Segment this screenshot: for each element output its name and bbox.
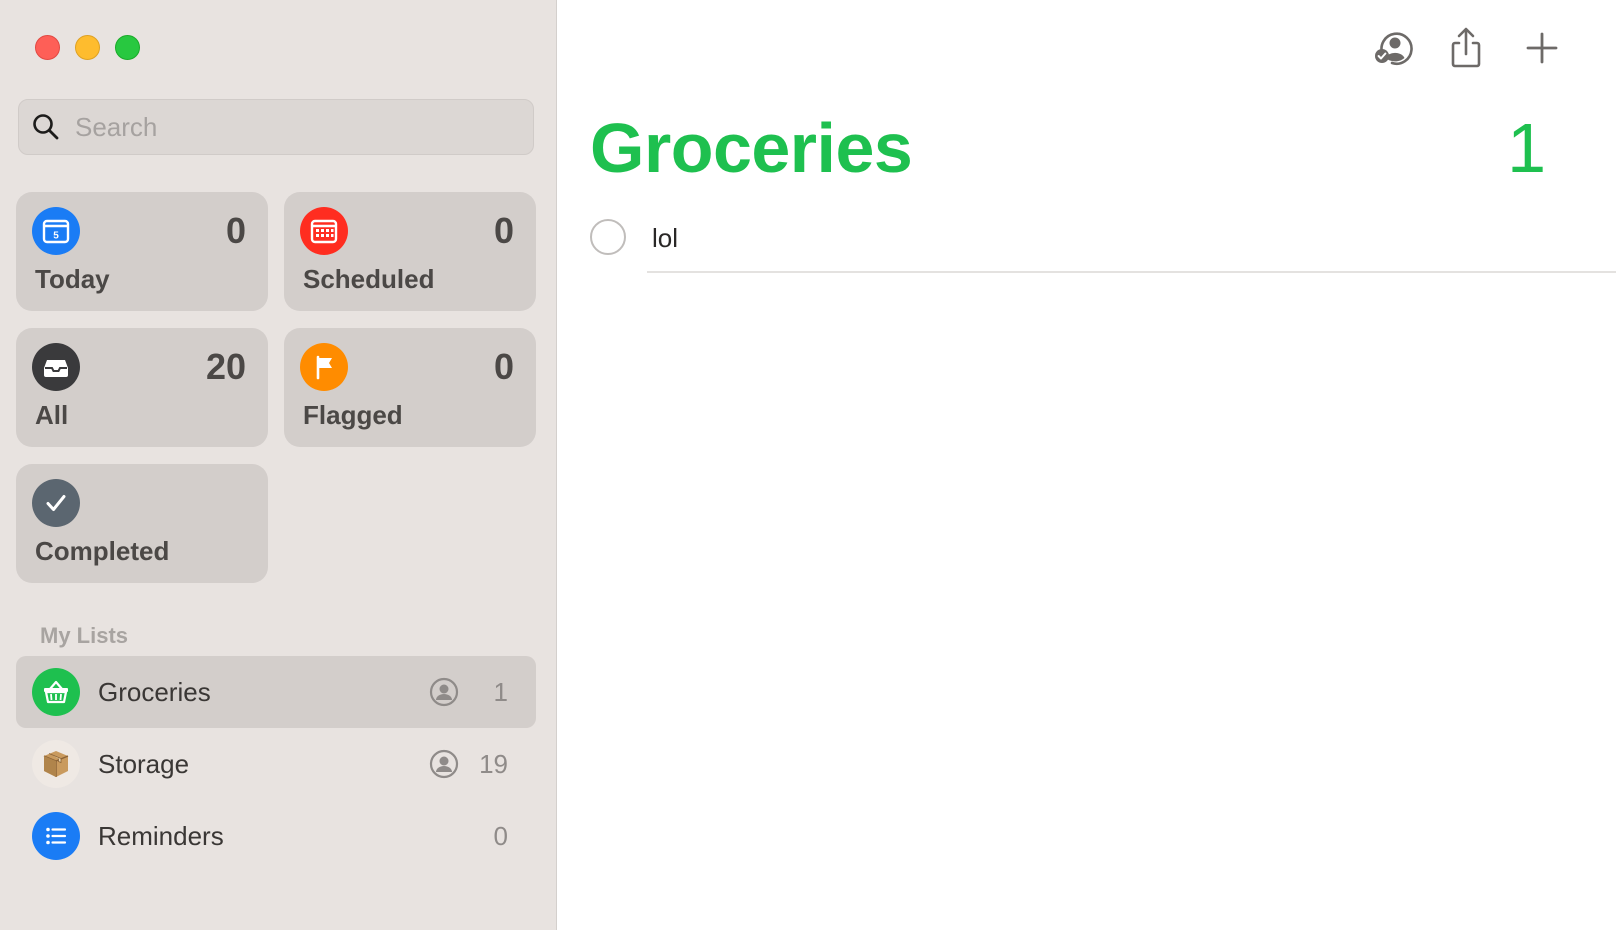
list-name: Storage — [98, 749, 190, 779]
smart-list-label: All — [35, 400, 69, 430]
list-count: 1 — [493, 677, 508, 707]
shared-with-icon — [1375, 32, 1413, 65]
shared-with-button[interactable] — [1368, 24, 1416, 72]
list-name: Groceries — [98, 677, 211, 707]
reminder-row[interactable]: lol — [590, 214, 1616, 272]
reminder-title[interactable]: lol — [652, 223, 678, 254]
smart-list-flagged[interactable]: 0 Flagged — [284, 328, 536, 447]
basket-icon — [32, 668, 80, 716]
tray-icon — [32, 343, 80, 391]
search-icon — [33, 114, 59, 140]
smart-list-label: Completed — [35, 536, 170, 566]
list-name: Reminders — [98, 821, 224, 851]
search-field[interactable] — [18, 99, 534, 155]
smart-list-count: 20 — [205, 346, 246, 387]
flag-icon — [300, 343, 348, 391]
smart-list-label: Flagged — [303, 400, 403, 430]
reminder-checkbox[interactable] — [590, 219, 626, 255]
smart-list-all[interactable]: 20 All — [16, 328, 268, 447]
smart-list-label: Scheduled — [303, 264, 435, 294]
list-item-reminders[interactable]: Reminders 0 — [16, 800, 536, 872]
reminder-divider — [647, 271, 1616, 273]
smart-list-count: 0 — [493, 210, 514, 251]
smart-list-today[interactable]: 5 0 Today — [16, 192, 268, 311]
list-item-storage[interactable]: Storage 19 — [16, 728, 536, 800]
list-item-groceries[interactable]: Groceries 1 — [16, 656, 536, 728]
sidebar: 5 0 Today 0 Scheduled — [0, 0, 557, 930]
smart-list-completed[interactable]: Completed — [16, 464, 268, 583]
calendar-grid-icon — [300, 207, 348, 255]
window-controls — [35, 35, 140, 60]
list-count: 19 — [479, 749, 508, 779]
search-input[interactable] — [73, 110, 517, 144]
main-content: Groceries 1 lol — [557, 0, 1616, 930]
smart-list-count: 0 — [493, 346, 514, 387]
package-icon — [32, 740, 80, 788]
smart-list-scheduled[interactable]: 0 Scheduled — [284, 192, 536, 311]
add-reminder-button[interactable] — [1518, 24, 1566, 72]
zoom-window-button[interactable] — [115, 35, 140, 60]
share-button[interactable] — [1442, 24, 1490, 72]
list-bullet-icon — [32, 812, 80, 860]
list-title: Groceries — [590, 109, 913, 187]
add-icon — [1526, 32, 1558, 64]
smart-list-count: 0 — [225, 210, 246, 251]
smart-list-label: Today — [35, 264, 110, 294]
shared-person-icon — [429, 677, 459, 707]
list-count: 0 — [493, 821, 508, 851]
calendar-icon: 5 — [32, 207, 80, 255]
minimize-window-button[interactable] — [75, 35, 100, 60]
share-icon — [1451, 27, 1481, 68]
reminders-window: 5 0 Today 0 Scheduled — [0, 0, 1616, 930]
checkmark-icon — [32, 479, 80, 527]
svg-text:5: 5 — [53, 231, 59, 242]
list-total-count: 1 — [1507, 109, 1546, 187]
my-lists-header: My Lists — [40, 623, 129, 648]
shared-person-icon — [429, 749, 459, 779]
close-window-button[interactable] — [35, 35, 60, 60]
